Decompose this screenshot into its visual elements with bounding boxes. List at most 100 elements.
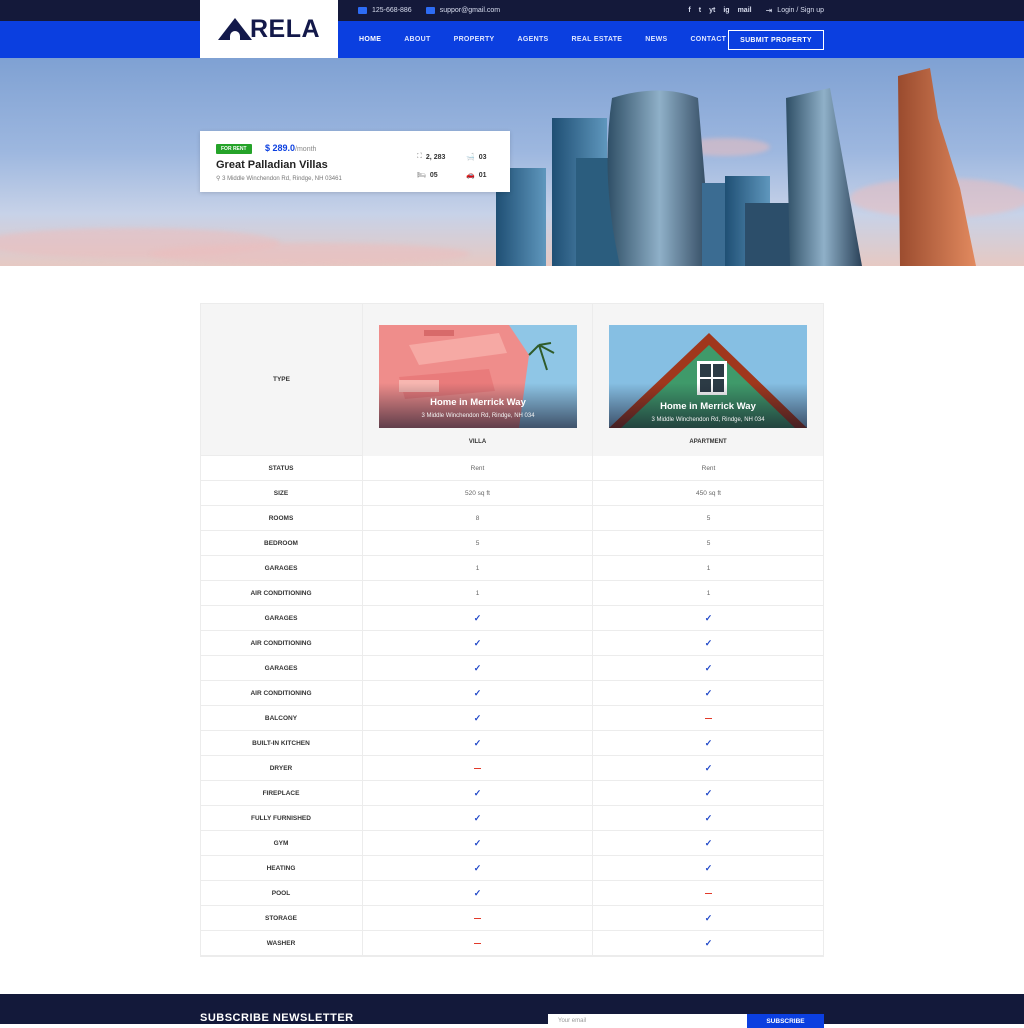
login-icon: ⇥ [765,6,773,15]
row-value-2: ✓ [593,931,824,956]
facebook-icon[interactable]: f [688,7,690,14]
row-value-1: ✓ [363,856,593,881]
table-row: STORAGE ✓ [200,906,824,931]
row-value-1: ✓ [363,606,593,631]
nav-news[interactable]: NEWS [645,36,667,43]
row-label: GARAGES [200,606,363,631]
nav-contact[interactable]: CONTACT [690,36,726,43]
bed-icon: 🛏 [417,172,426,179]
row-value-1: ✓ [363,881,593,906]
row-value-1: ✓ [363,781,593,806]
cross-icon [474,942,481,945]
nav-home[interactable]: HOME [359,36,381,43]
nav-about[interactable]: ABOUT [404,36,430,43]
login-label: Login / Sign up [777,7,824,14]
table-row: GARAGES ✓ ✓ [200,606,824,631]
nav-real-estate[interactable]: REAL ESTATE [572,36,623,43]
youtube-icon[interactable]: yt [709,7,715,14]
login-link[interactable]: ⇥ Login / Sign up [766,6,824,15]
social-links: f t yt ig mail ⇥ Login / Sign up [680,0,824,21]
featured-listing-card[interactable]: FOR RENT $ 289.0/month Great Palladian V… [200,131,510,192]
table-row: ROOMS 8 5 [200,506,824,531]
row-value-2: ✓ [593,856,824,881]
listing-area-value: 2, 283 [425,153,446,161]
table-row: WASHER ✓ [200,931,824,956]
row-value-1 [363,906,593,931]
newsletter-title: SUBSCRIBE NEWSLETTER [200,1012,354,1024]
row-value-2: 5 [706,540,711,547]
row-label: AIR CONDITIONING [200,631,363,656]
newsletter-email-input[interactable]: Your email [548,1014,747,1028]
nav-property[interactable]: PROPERTY [454,36,495,43]
listing-beds-value: 05 [429,171,438,179]
table-row: STATUS Rent Rent [200,456,824,481]
check-icon: ✓ [473,838,482,848]
property-card-1[interactable]: Home in Merrick Way 3 Middle Winchendon … [379,325,577,428]
table-row: GARAGES ✓ ✓ [200,656,824,681]
property-address-2: 3 Middle Winchendon Rd, Rindge, NH 034 [651,417,765,423]
row-label: AIR CONDITIONING [200,681,363,706]
row-label: WASHER [200,931,363,956]
nav-menu: HOME ABOUT PROPERTY AGENTS REAL ESTATE N… [359,21,749,58]
row-value-2: ✓ [593,631,824,656]
table-row: FULLY FURNISHED ✓ ✓ [200,806,824,831]
row-value-1: ✓ [363,656,593,681]
table-row: GARAGES 1 1 [200,556,824,581]
check-icon: ✓ [473,738,482,748]
check-icon: ✓ [704,663,713,673]
twitter-icon[interactable]: t [699,7,701,14]
check-icon: ✓ [704,763,713,773]
row-value-1: ✓ [363,731,593,756]
newsletter-footer: SUBSCRIBE NEWSLETTER Your email SUBSCRIB… [0,994,1024,1028]
email-contact[interactable]: suppor@gmail.com [425,7,501,14]
property-title-2[interactable]: Home in Merrick Way [609,401,807,412]
area-icon: ⛶ [417,153,422,160]
property-card-2[interactable]: Home in Merrick Way 3 Middle Winchendon … [609,325,807,428]
type-label: TYPE [273,376,290,383]
check-icon: ✓ [473,888,482,898]
bath-icon: 🛁 [466,154,475,161]
row-label: BEDROOM [200,531,363,556]
check-icon: ✓ [473,613,482,623]
submit-property-button[interactable]: SUBMIT PROPERTY [728,30,824,50]
row-label: BUILT-IN KITCHEN [200,731,363,756]
type-header-cell: TYPE [200,303,363,456]
listing-price: $ 289.0/month [265,143,316,153]
site-logo[interactable]: RELA [200,0,338,58]
row-value-2 [593,706,824,731]
table-row: DRYER ✓ [200,756,824,781]
listing-title[interactable]: Great Palladian Villas [216,159,328,171]
row-label: HEATING [200,856,363,881]
check-icon: ✓ [704,938,713,948]
check-icon: ✓ [473,863,482,873]
property-title-1[interactable]: Home in Merrick Way [379,397,577,408]
table-row: BUILT-IN KITCHEN ✓ ✓ [200,731,824,756]
table-row: GYM ✓ ✓ [200,831,824,856]
listing-garages-value: 01 [478,171,487,179]
row-value-1: 1 [363,556,593,581]
table-row: AIR CONDITIONING 1 1 [200,581,824,606]
mail-icon [425,7,435,14]
row-value-2: ✓ [593,831,824,856]
envelope-icon[interactable]: mail [738,7,752,14]
table-row: SIZE 520 sq ft 450 sq ft [200,481,824,506]
subscribe-button[interactable]: SUBSCRIBE [747,1014,824,1028]
check-icon: ✓ [473,788,482,798]
instagram-icon[interactable]: ig [723,7,729,14]
row-value-1 [363,931,593,956]
hero-cloud [150,243,470,265]
check-icon: ✓ [704,638,713,648]
table-row: BEDROOM 5 5 [200,531,824,556]
email-address: suppor@gmail.com [439,7,501,14]
row-label: POOL [200,881,363,906]
row-label: FIREPLACE [200,781,363,806]
car-icon: 🚗 [466,172,475,179]
check-icon: ✓ [704,688,713,698]
nav-agents[interactable]: AGENTS [518,36,549,43]
row-value-1: 8 [363,506,593,531]
row-value-2: ✓ [593,756,824,781]
table-row: BALCONY ✓ [200,706,824,731]
phone-contact[interactable]: 125-668-886 [358,7,412,14]
row-label: GARAGES [200,556,363,581]
check-icon: ✓ [704,738,713,748]
